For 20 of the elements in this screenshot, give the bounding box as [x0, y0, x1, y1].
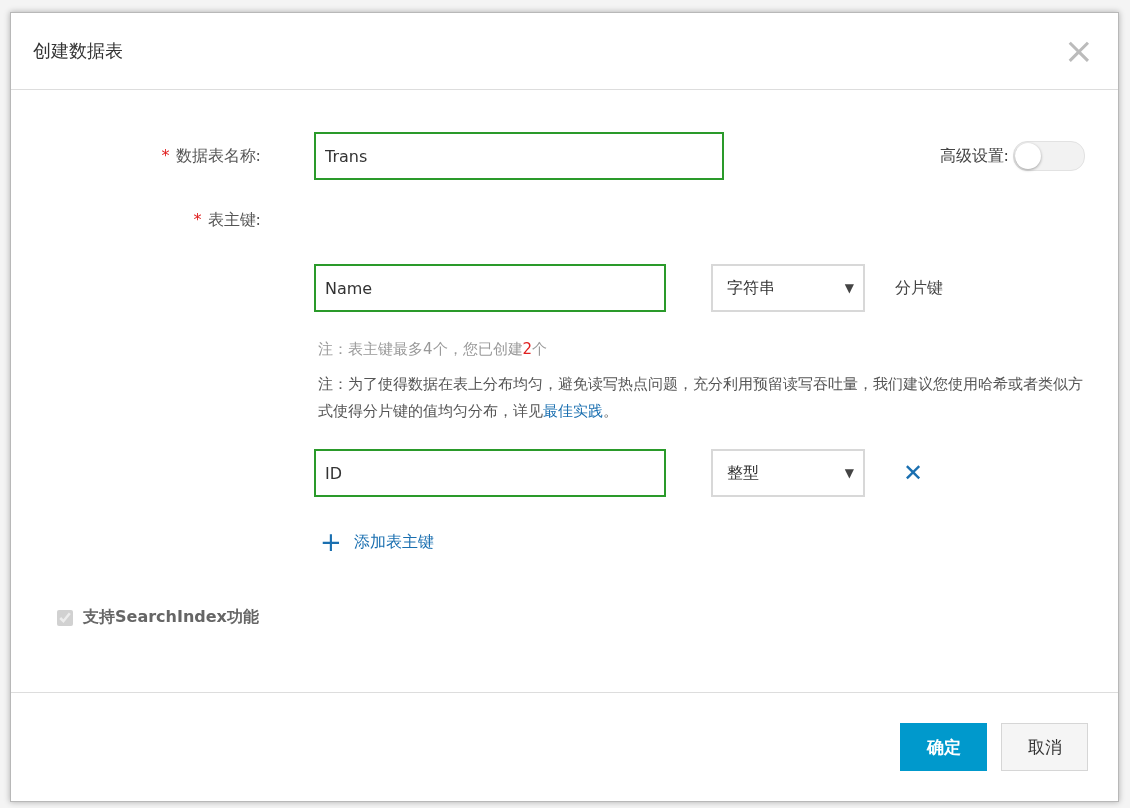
required-mark: *: [161, 145, 170, 165]
advanced-toggle[interactable]: [1013, 141, 1085, 171]
limit-note: 注：表主键最多4个，您已创建2个: [318, 340, 549, 359]
field-label: 表主键:: [207, 210, 261, 229]
cancel-button[interactable]: 取消: [1001, 723, 1088, 771]
table-name-field[interactable]: Trans: [314, 132, 724, 180]
hint-note: 注：为了使得数据在表上分布均匀，避免读写热点问题，充分利用预留读写吞吐量，我们建议您使用哈希或者类似方式使得分片键的值均匀分布，详见最佳实践。: [318, 374, 1084, 422]
dialog-title: 创建数据表: [33, 39, 123, 63]
add-key-button[interactable]: + 添加表主键: [320, 529, 434, 555]
key-name-field[interactable]: Name: [314, 264, 666, 312]
type-select[interactable]: 字符串 ▼: [711, 264, 865, 312]
toggle-label: 高级设置:: [939, 145, 1009, 167]
required-mark: *: [193, 210, 202, 229]
field-label: 数据表名称:: [175, 145, 261, 165]
type-select[interactable]: 整型 ▼: [711, 449, 865, 497]
delete-button[interactable]: ✕: [903, 459, 924, 487]
key-name-field[interactable]: ID: [314, 449, 666, 497]
best-practice-link[interactable]: 最佳实践: [543, 402, 603, 420]
partition-key-label: 分片键: [895, 277, 943, 299]
search-index-label: 支持SearchIndex功能: [83, 607, 259, 628]
